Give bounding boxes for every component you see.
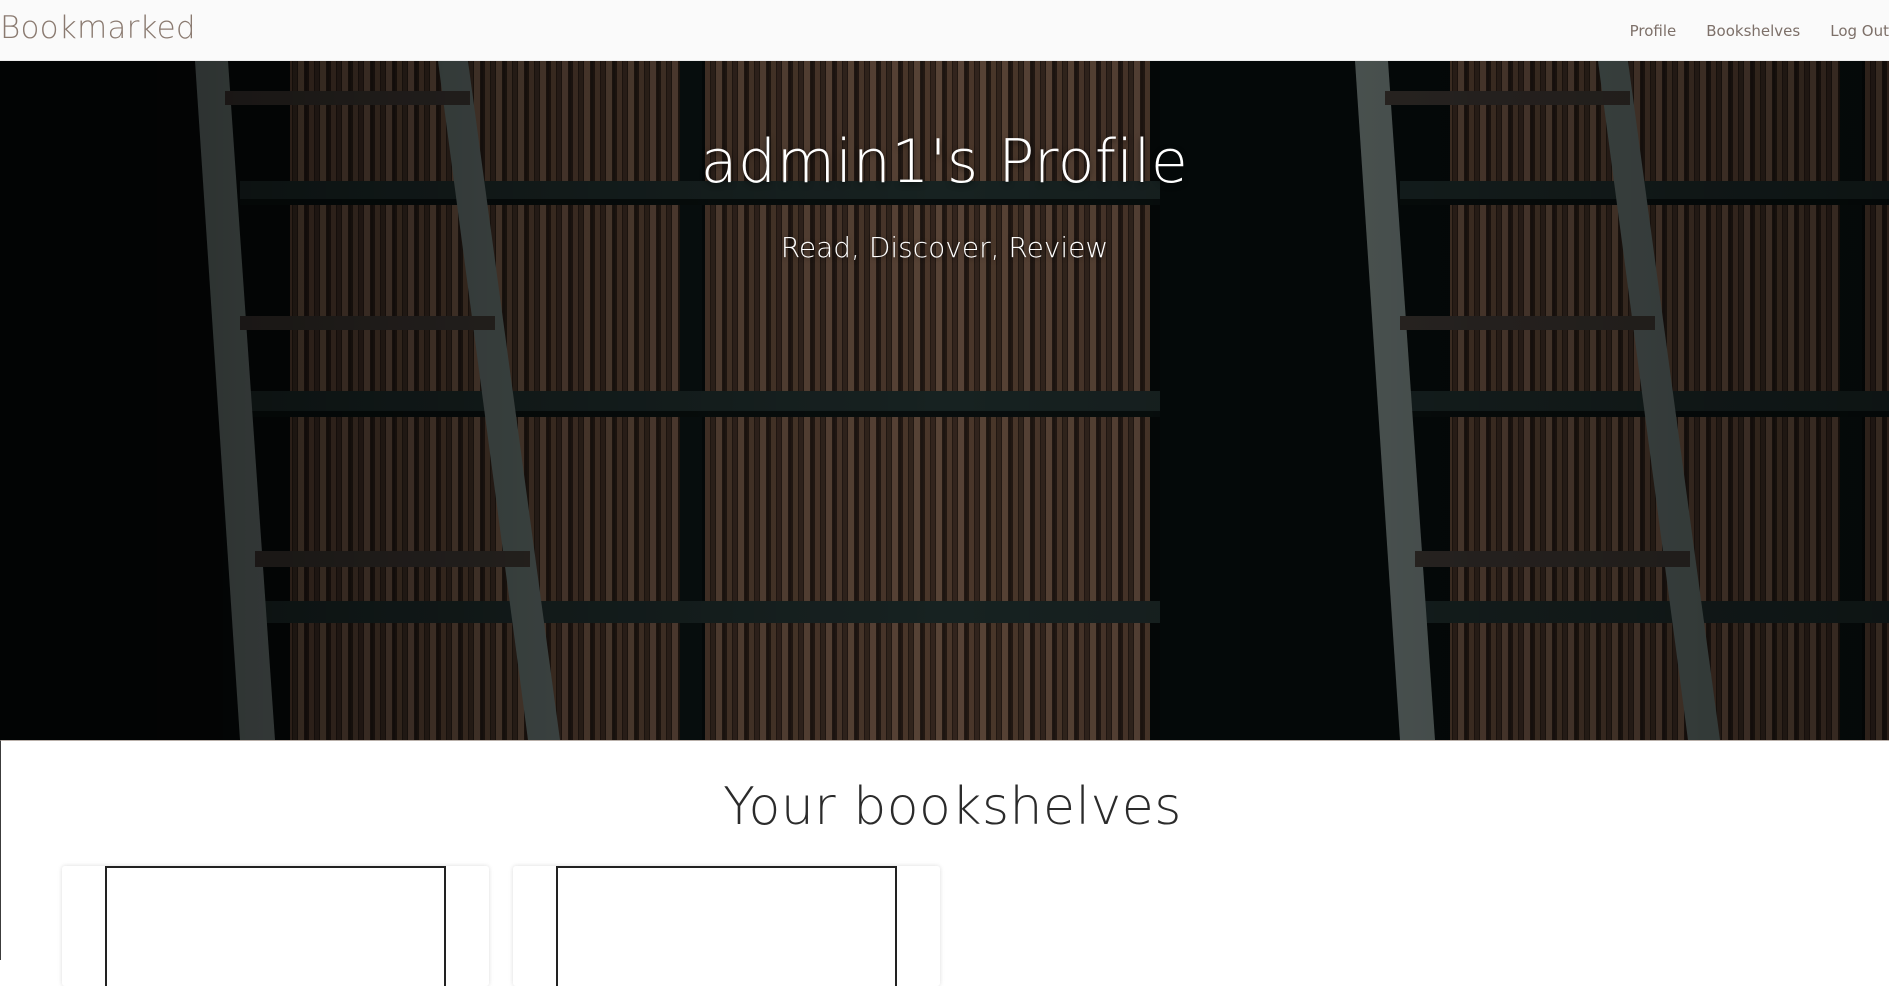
brand-logo-link[interactable]: Bookmarked — [0, 10, 196, 46]
hero-banner: admin1's Profile Read, Discover, Review — [0, 61, 1889, 740]
nav-logout-link[interactable]: Log Out — [1830, 22, 1889, 40]
profile-title: admin1's Profile — [700, 127, 1189, 197]
bookshelf-cover-image — [556, 866, 897, 986]
hero-tagline: Read, Discover, Review — [780, 231, 1109, 264]
bookshelf-card[interactable] — [62, 866, 489, 986]
nav-links: Profile Bookshelves Log Out — [1600, 0, 1889, 61]
bookshelves-section: Your bookshelves — [0, 740, 1889, 986]
nav-profile-link[interactable]: Profile — [1630, 22, 1677, 40]
navbar: Bookmarked Profile Bookshelves Log Out — [0, 0, 1889, 61]
bookshelf-card[interactable] — [513, 866, 940, 986]
nav-bookshelves-link[interactable]: Bookshelves — [1706, 22, 1800, 40]
bookshelf-cover-image — [105, 866, 446, 986]
bookshelves-heading: Your bookshelves — [723, 777, 1182, 837]
